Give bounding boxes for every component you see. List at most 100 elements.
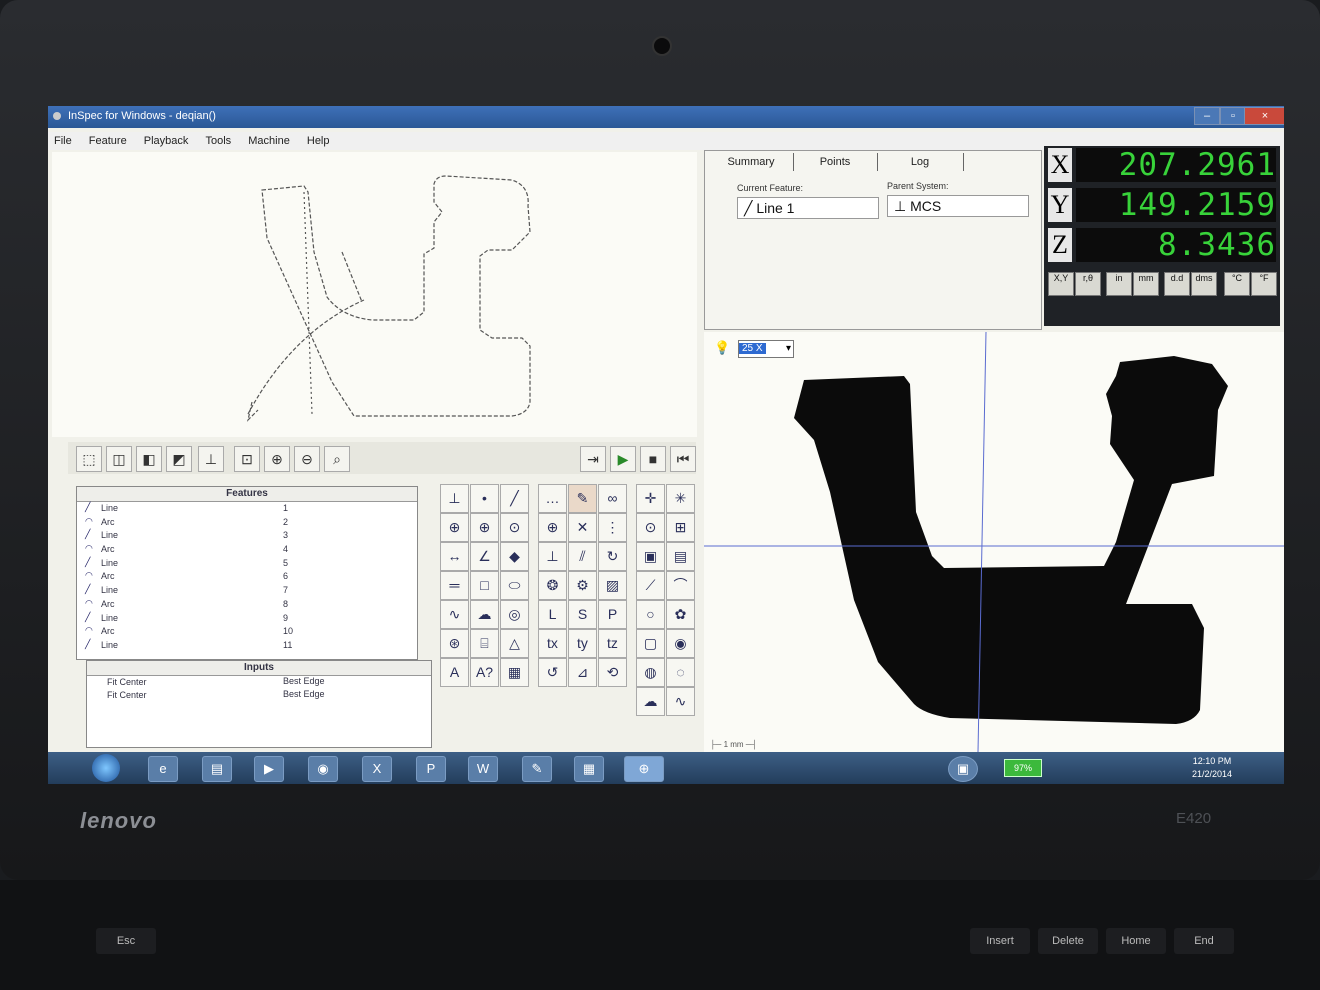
- edge-arc-icon[interactable]: ⌒: [666, 571, 695, 600]
- edge-contour-icon[interactable]: ☁: [636, 687, 665, 716]
- edge-blob-icon[interactable]: ✿: [666, 600, 695, 629]
- edge-ring-icon[interactable]: ◉: [666, 629, 695, 658]
- line-tool-icon[interactable]: ╱: [500, 484, 529, 513]
- rectangle-tool-icon[interactable]: □: [470, 571, 499, 600]
- datum-s-icon[interactable]: S: [568, 600, 597, 629]
- edge-rect-icon[interactable]: ▢: [636, 629, 665, 658]
- ie-icon[interactable]: e: [148, 756, 178, 782]
- list-item[interactable]: ╱ Line 3: [77, 529, 417, 543]
- undo-icon[interactable]: ↺: [538, 658, 567, 687]
- list-item[interactable]: ◠ Arc 8: [77, 598, 417, 612]
- menu-machine[interactable]: Machine: [248, 135, 290, 147]
- tab-summary[interactable]: Summary: [709, 153, 794, 171]
- list-item[interactable]: ╱ Line 11: [77, 639, 417, 653]
- inch-button[interactable]: in: [1106, 272, 1132, 296]
- list-item[interactable]: ╱ Line 1: [77, 502, 417, 516]
- top-view-icon[interactable]: ◩: [166, 446, 192, 472]
- list-item[interactable]: ╱ Line 5: [77, 557, 417, 571]
- list-item[interactable]: Fit Center Best Edge: [87, 676, 431, 689]
- paint-icon[interactable]: ✎: [522, 756, 552, 782]
- text-query-tool-icon[interactable]: A?: [470, 658, 499, 687]
- text-tool-icon[interactable]: A: [440, 658, 469, 687]
- rewind-icon[interactable]: ⏮: [670, 446, 696, 472]
- ellipse-tool-icon[interactable]: ⊙: [500, 513, 529, 542]
- rotate-tool-icon[interactable]: ↻: [598, 542, 627, 571]
- menu-file[interactable]: File: [54, 135, 72, 147]
- folder-icon[interactable]: ▤: [202, 756, 232, 782]
- list-item[interactable]: ◠ Arc 4: [77, 543, 417, 557]
- minimize-button[interactable]: –: [1194, 107, 1220, 125]
- list-item[interactable]: ╱ Line 7: [77, 584, 417, 598]
- list-item[interactable]: ◠ Arc 6: [77, 570, 417, 584]
- menu-feature[interactable]: Feature: [89, 135, 127, 147]
- list-item[interactable]: ◠ Arc 2: [77, 516, 417, 530]
- decimal-degrees-button[interactable]: d.d: [1164, 272, 1190, 296]
- axis-view-icon[interactable]: ⊥: [198, 446, 224, 472]
- cad-view[interactable]: [52, 152, 697, 437]
- app-icon[interactable]: ◉: [308, 756, 338, 782]
- translate-x-icon[interactable]: tx: [538, 629, 567, 658]
- cylinder-tool-icon[interactable]: ⌸: [470, 629, 499, 658]
- inspec-taskbar-icon[interactable]: ⊕: [624, 756, 664, 782]
- image-icon[interactable]: ▣: [636, 542, 665, 571]
- list-item[interactable]: ╱ Line 9: [77, 612, 417, 626]
- notepad-icon[interactable]: ▦: [574, 756, 604, 782]
- xy-button[interactable]: X,Y: [1048, 272, 1074, 296]
- ring-tool-icon[interactable]: ◎: [500, 600, 529, 629]
- close-button[interactable]: ×: [1244, 107, 1284, 125]
- word-icon[interactable]: W: [468, 756, 498, 782]
- network-icon[interactable]: ▣: [948, 756, 978, 782]
- translate-y-icon[interactable]: ty: [568, 629, 597, 658]
- zoom-extents-icon[interactable]: ⊡: [234, 446, 260, 472]
- parallel-tool-icon[interactable]: ═: [440, 571, 469, 600]
- point-tool-icon[interactable]: •: [470, 484, 499, 513]
- distance-tool-icon[interactable]: ↔: [440, 542, 469, 571]
- celsius-button[interactable]: °C: [1224, 272, 1250, 296]
- side-view-icon[interactable]: ◧: [136, 446, 162, 472]
- battery-indicator[interactable]: 97%: [1004, 759, 1042, 777]
- center-target-icon[interactable]: ⊙: [636, 513, 665, 542]
- probe-tool-icon[interactable]: ✎: [568, 484, 597, 513]
- calculator-icon[interactable]: ▦: [500, 658, 529, 687]
- r-theta-button[interactable]: r,θ: [1075, 272, 1101, 296]
- tab-points[interactable]: Points: [793, 153, 878, 171]
- menu-help[interactable]: Help: [307, 135, 330, 147]
- profile-icon[interactable]: ◌: [666, 658, 695, 687]
- hatch-tool-icon[interactable]: ▨: [598, 571, 627, 600]
- video-view[interactable]: 💡 25 X ▾ ├─ 1 mm ─┤: [704, 332, 1284, 752]
- wave-icon[interactable]: ∿: [666, 687, 695, 716]
- mm-button[interactable]: mm: [1133, 272, 1159, 296]
- iso-view-icon[interactable]: ⬚: [76, 446, 102, 472]
- front-view-icon[interactable]: ◫: [106, 446, 132, 472]
- start-button[interactable]: [92, 754, 120, 782]
- edge-circle-icon[interactable]: ○: [636, 600, 665, 629]
- origin-icon[interactable]: ⊿: [568, 658, 597, 687]
- list-item[interactable]: ◠ Arc 10: [77, 625, 417, 639]
- stop-icon[interactable]: ■: [640, 446, 666, 472]
- edge-line-icon[interactable]: ⟋: [636, 571, 665, 600]
- blob-tool-icon[interactable]: ☁: [470, 600, 499, 629]
- zoom-in-icon[interactable]: ⊕: [264, 446, 290, 472]
- curve-tool-icon[interactable]: ∿: [440, 600, 469, 629]
- list-item[interactable]: Fit Center Best Edge: [87, 689, 431, 702]
- intersect-tool-icon[interactable]: ✕: [568, 513, 597, 542]
- sphere-tool-icon[interactable]: ⊛: [440, 629, 469, 658]
- zoom-out-icon[interactable]: ⊖: [294, 446, 320, 472]
- circle-tool-icon[interactable]: ⊕: [440, 513, 469, 542]
- slot-tool-icon[interactable]: ⬭: [500, 571, 529, 600]
- step-icon[interactable]: ⇥: [580, 446, 606, 472]
- translate-z-icon[interactable]: tz: [598, 629, 627, 658]
- angle-tool-icon[interactable]: ∠: [470, 542, 499, 571]
- plane-tool-icon[interactable]: ◆: [500, 542, 529, 571]
- bolt-circle-icon[interactable]: ❂: [538, 571, 567, 600]
- datum-p-icon[interactable]: P: [598, 600, 627, 629]
- play-icon[interactable]: ▶: [610, 446, 636, 472]
- zoom-window-icon[interactable]: ⌕: [324, 446, 350, 472]
- point-auto-icon[interactable]: ✳: [666, 484, 695, 513]
- focus-icon[interactable]: ◍: [636, 658, 665, 687]
- fahrenheit-button[interactable]: °F: [1251, 272, 1277, 296]
- box-target-icon[interactable]: ⊞: [666, 513, 695, 542]
- perpendicular-tool-icon[interactable]: ⊥: [538, 542, 567, 571]
- powerpoint-icon[interactable]: P: [416, 756, 446, 782]
- maximize-button[interactable]: ▫: [1220, 107, 1246, 125]
